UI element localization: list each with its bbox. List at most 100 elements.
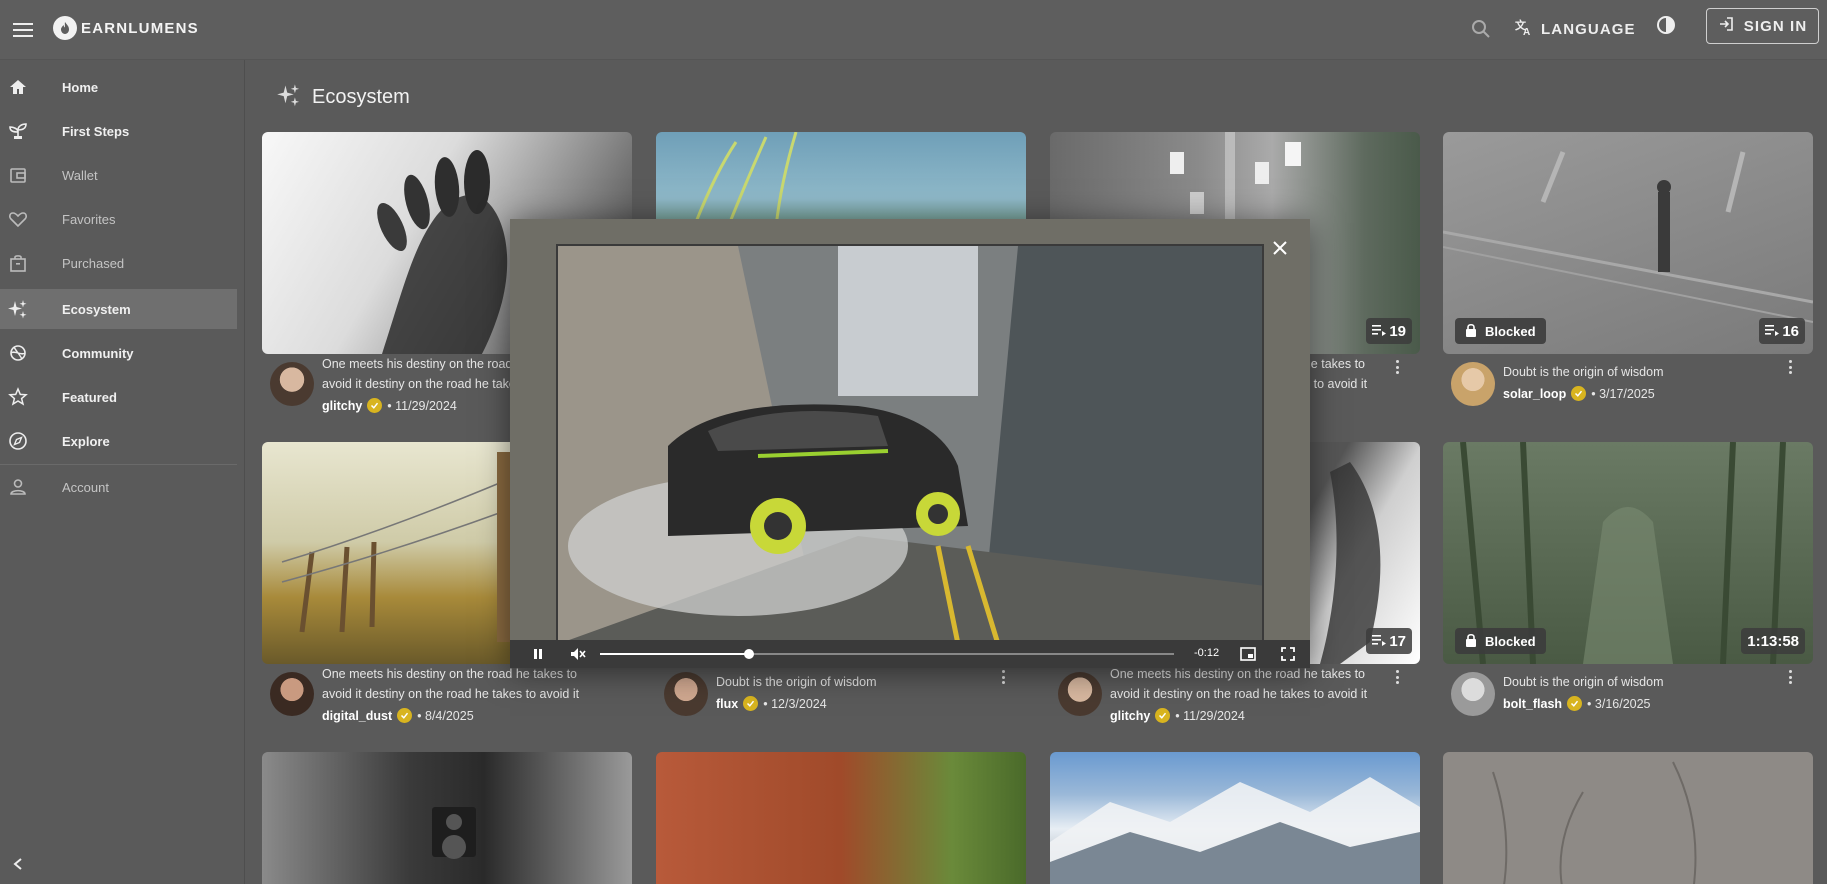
video-card[interactable] bbox=[1443, 752, 1813, 884]
avatar[interactable] bbox=[1451, 672, 1495, 716]
video-thumbnail[interactable]: Blocked 1:13:58 bbox=[1443, 442, 1813, 664]
blocked-badge: Blocked bbox=[1455, 318, 1546, 344]
seek-bar[interactable] bbox=[600, 649, 1174, 659]
username[interactable]: bolt_flash bbox=[1503, 697, 1562, 711]
fullscreen-icon[interactable] bbox=[1278, 644, 1298, 664]
translate-icon: 文A bbox=[1515, 18, 1533, 40]
video-card[interactable] bbox=[656, 752, 1026, 884]
playlist-count-badge: 17 bbox=[1366, 628, 1412, 654]
upload-date: • 11/29/2024 bbox=[387, 398, 457, 413]
video-meta: flux • 12/3/2024 bbox=[716, 696, 827, 711]
blocked-badge: Blocked bbox=[1455, 628, 1546, 654]
video-thumbnail[interactable] bbox=[1443, 752, 1813, 884]
avatar[interactable] bbox=[1058, 672, 1102, 716]
video-card[interactable] bbox=[1050, 752, 1420, 884]
more-options-icon[interactable] bbox=[1785, 670, 1795, 684]
language-label: LANGUAGE bbox=[1541, 20, 1636, 38]
page-title: Ecosystem bbox=[312, 86, 410, 108]
sidebar-item-purchased[interactable]: Purchased bbox=[0, 243, 237, 283]
sidebar-item-community[interactable]: Community bbox=[0, 333, 237, 373]
video-thumbnail[interactable] bbox=[262, 752, 632, 884]
more-options-icon[interactable] bbox=[998, 670, 1008, 684]
video-card[interactable] bbox=[262, 752, 632, 884]
verified-icon bbox=[1571, 386, 1587, 401]
more-options-icon[interactable] bbox=[1392, 360, 1402, 374]
video-description: One meets his destiny on the road he tak… bbox=[1110, 667, 1368, 701]
avatar[interactable] bbox=[664, 672, 708, 716]
video-meta: digital_dust • 8/4/2025 bbox=[322, 708, 474, 723]
sign-in-label: SIGN IN bbox=[1743, 17, 1808, 35]
app-header: EARNLUMENS 文A LANGUAGE SIGN IN bbox=[0, 0, 1827, 60]
username[interactable]: glitchy bbox=[1110, 709, 1150, 723]
page-heading: Ecosystem bbox=[276, 82, 410, 113]
person-icon bbox=[6, 475, 30, 499]
language-button[interactable]: 文A LANGUAGE bbox=[1515, 14, 1636, 44]
username[interactable]: solar_loop bbox=[1503, 387, 1566, 401]
sidebar-item-favorites[interactable]: Favorites bbox=[0, 199, 237, 239]
more-options-icon[interactable] bbox=[1785, 360, 1795, 374]
playlist-count-badge: 16 bbox=[1759, 318, 1805, 344]
plant-icon bbox=[6, 119, 30, 143]
video-card[interactable]: Blocked 1:13:58 Doubt is the origin of w… bbox=[1443, 442, 1813, 732]
svg-text:A: A bbox=[1523, 27, 1531, 36]
sidebar-item-ecosystem[interactable]: Ecosystem bbox=[0, 289, 237, 329]
sidebar-item-featured[interactable]: Featured bbox=[0, 377, 237, 417]
brand-name: EARNLUMENS bbox=[81, 19, 199, 37]
mute-icon[interactable] bbox=[568, 644, 588, 664]
picture-in-picture-icon[interactable] bbox=[1238, 644, 1258, 664]
upload-date: • 3/17/2025 bbox=[1591, 386, 1655, 401]
username[interactable]: digital_dust bbox=[322, 709, 392, 723]
verified-icon bbox=[1567, 696, 1583, 711]
upload-date: • 12/3/2024 bbox=[763, 696, 827, 711]
sidebar-item-home[interactable]: Home bbox=[0, 67, 237, 107]
seek-handle[interactable] bbox=[744, 649, 755, 659]
close-icon[interactable] bbox=[1269, 237, 1291, 259]
sparkle-icon bbox=[276, 82, 302, 113]
pause-icon[interactable] bbox=[528, 644, 548, 664]
lock-icon bbox=[1465, 323, 1477, 340]
sidebar-item-explore[interactable]: Explore bbox=[0, 421, 237, 461]
upload-date: • 11/29/2024 bbox=[1175, 708, 1245, 723]
avatar[interactable] bbox=[270, 362, 314, 406]
playlist-icon bbox=[1372, 323, 1387, 340]
upload-date: • 3/16/2025 bbox=[1587, 696, 1651, 711]
collapse-sidebar-icon[interactable] bbox=[8, 854, 28, 874]
sidebar-item-first-steps[interactable]: First Steps bbox=[0, 111, 237, 151]
video-thumbnail[interactable]: Blocked 16 bbox=[1443, 132, 1813, 354]
compass-icon bbox=[6, 429, 30, 453]
video-description: Doubt is the origin of wisdom bbox=[1503, 365, 1664, 379]
avatar[interactable] bbox=[270, 672, 314, 716]
bag-icon bbox=[6, 251, 30, 275]
theme-toggle-icon[interactable] bbox=[1653, 12, 1679, 38]
verified-icon bbox=[743, 696, 759, 711]
video-thumbnail[interactable] bbox=[1050, 752, 1420, 884]
sidebar: Home First Steps Wallet Favorites Purcha… bbox=[0, 60, 245, 884]
sparkle-icon bbox=[6, 297, 30, 321]
player-controls: -0:12 bbox=[510, 640, 1310, 668]
sign-in-button[interactable]: SIGN IN bbox=[1706, 8, 1819, 44]
sidebar-item-account[interactable]: Account bbox=[0, 467, 237, 507]
upload-date: • 8/4/2025 bbox=[417, 708, 474, 723]
brand-logo[interactable]: EARNLUMENS bbox=[53, 16, 199, 40]
playlist-icon bbox=[1765, 323, 1780, 340]
community-icon bbox=[6, 341, 30, 365]
more-options-icon[interactable] bbox=[1392, 670, 1402, 684]
sidebar-divider bbox=[0, 464, 237, 465]
video-frame[interactable] bbox=[556, 244, 1264, 642]
sidebar-item-wallet[interactable]: Wallet bbox=[0, 155, 237, 195]
menu-icon[interactable] bbox=[8, 15, 38, 45]
flame-icon bbox=[53, 16, 77, 40]
video-description: One meets his destiny on the road he tak… bbox=[322, 667, 580, 701]
login-icon bbox=[1718, 16, 1734, 36]
playlist-count-badge: 19 bbox=[1366, 318, 1412, 344]
video-meta: bolt_flash • 3/16/2025 bbox=[1503, 696, 1651, 711]
username[interactable]: glitchy bbox=[322, 399, 362, 413]
wallet-icon bbox=[6, 163, 30, 187]
video-card[interactable]: Blocked 16 Doubt is the origin of wisdom… bbox=[1443, 132, 1813, 422]
verified-icon bbox=[1155, 708, 1171, 723]
time-remaining: -0:12 bbox=[1194, 647, 1220, 659]
search-icon[interactable] bbox=[1468, 16, 1494, 42]
username[interactable]: flux bbox=[716, 697, 738, 711]
video-thumbnail[interactable] bbox=[656, 752, 1026, 884]
avatar[interactable] bbox=[1451, 362, 1495, 406]
